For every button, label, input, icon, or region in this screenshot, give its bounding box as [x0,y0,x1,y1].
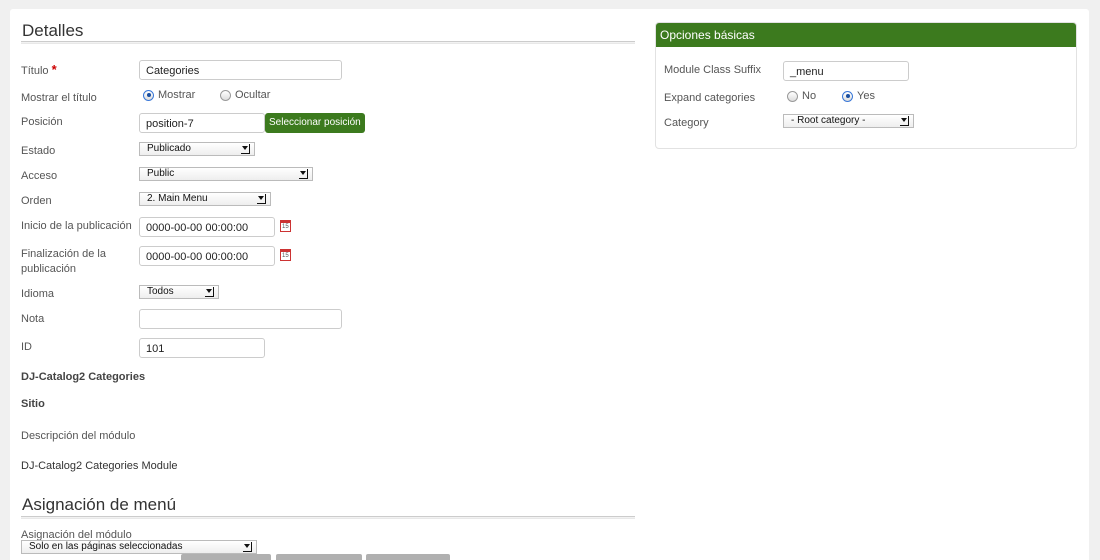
estado-select-value: Publicado [147,143,191,154]
select-position-button[interactable]: Seleccionar posición [265,113,365,133]
estado-select[interactable]: Publicado [139,142,255,156]
titulo-label-text: Título [21,65,49,77]
radio-mostrar-label: Mostrar [158,89,196,101]
posicion-label: Posición [21,116,63,128]
nota-label: Nota [21,313,45,325]
menu-assignment-divider [21,516,635,519]
page-content: Detalles Título * Categories Mostrar el … [10,9,1089,560]
dropdown-arrow-icon [257,193,266,205]
acceso-select[interactable]: Public [139,167,313,181]
details-section-title: Detalles [22,21,84,40]
estado-label: Estado [21,145,56,157]
basic-options-panel: Opciones básicas Module Class Suffix _me… [655,22,1077,149]
finalizacion-input[interactable]: 0000-00-00 00:00:00 [139,246,275,266]
nota-input[interactable] [139,309,342,329]
module-assignment-select[interactable]: Solo en las páginas seleccionadas [21,540,257,554]
menu-toggle-button[interactable] [181,554,271,560]
radio-mostrar-dot[interactable] [143,89,154,101]
idioma-label: Idioma [21,288,55,300]
radio-ocultar-dot[interactable] [220,89,231,101]
titulo-label: Título * [21,63,57,78]
menu-assignment-title: Asignación de menú [22,495,177,514]
site-label: Sitio [21,398,45,410]
radio-expand-no-label: No [802,90,817,102]
finalizacion-label: Finalización de la publicación [21,247,106,276]
menu-toggle-button[interactable] [276,554,362,560]
calendar-icon[interactable]: 15 [280,249,291,261]
dropdown-arrow-icon [900,115,909,127]
radio-expand-no-dot[interactable] [787,90,798,102]
radio-expand-yes[interactable]: Yes [842,90,875,102]
menu-toggle-button[interactable] [366,554,450,560]
module-class-suffix-input[interactable]: _menu [783,61,909,81]
dropdown-arrow-icon [205,286,214,298]
category-select[interactable]: - Root category - [783,114,914,128]
inicio-label: Inicio de la publicación [21,220,132,232]
finalizacion-label-line2: publicación [21,263,77,275]
description-label: Descripción del módulo [21,430,136,442]
orden-select[interactable]: 2. Main Menu [139,192,271,206]
radio-expand-no[interactable]: No [787,90,816,102]
basic-options-title[interactable]: Opciones básicas [656,23,1076,47]
radio-ocultar-label: Ocultar [235,89,271,101]
expand-categories-label: Expand categories [664,92,756,104]
required-marker: * [51,62,57,77]
id-input[interactable]: 101 [139,338,265,358]
radio-expand-yes-dot[interactable] [842,90,853,102]
acceso-label: Acceso [21,170,58,182]
radio-expand-yes-label: Yes [857,90,875,102]
id-label: ID [21,341,32,353]
category-label: Category [664,117,709,129]
acceso-select-value: Public [147,168,175,179]
mostrar-titulo-label: Mostrar el título [21,92,97,104]
titulo-input[interactable]: Categories [139,60,342,80]
posicion-input[interactable]: position-7 [139,113,265,133]
details-divider [21,41,635,44]
category-select-value: - Root category - [791,115,866,126]
idioma-select-value: Todos [147,286,174,297]
radio-ocultar[interactable]: Ocultar [220,89,270,101]
description-value: DJ-Catalog2 Categories Module [21,460,178,472]
inicio-input[interactable]: 0000-00-00 00:00:00 [139,217,275,237]
dropdown-arrow-icon [299,168,308,180]
module-name: DJ-Catalog2 Categories [21,371,146,383]
dropdown-arrow-icon [243,541,252,553]
dropdown-arrow-icon [241,143,250,155]
module-assignment-select-value: Solo en las páginas seleccionadas [29,541,183,552]
finalizacion-label-line1: Finalización de la [21,248,106,260]
radio-mostrar[interactable]: Mostrar [143,89,195,101]
module-class-suffix-label: Module Class Suffix [664,64,762,76]
orden-label: Orden [21,195,52,207]
calendar-icon[interactable]: 15 [280,220,291,232]
idioma-select[interactable]: Todos [139,285,219,299]
orden-select-value: 2. Main Menu [147,193,208,204]
